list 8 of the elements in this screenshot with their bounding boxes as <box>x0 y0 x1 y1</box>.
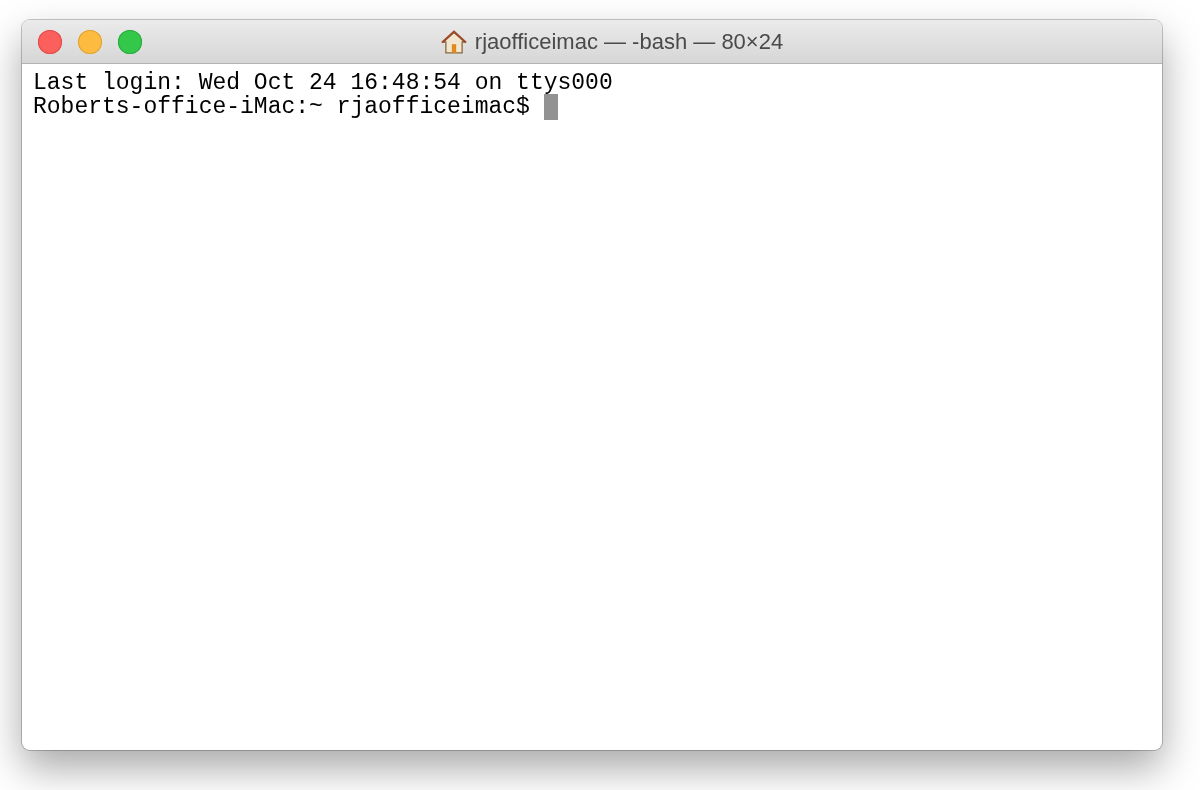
zoom-button[interactable] <box>118 29 142 54</box>
cursor-icon <box>543 94 558 120</box>
minimize-button[interactable] <box>78 29 102 54</box>
window-title: rjaofficeimac — -bash — 80×24 <box>474 28 784 55</box>
home-icon <box>440 28 467 55</box>
terminal-line: Roberts-office-iMac:~ rjaofficeimac$ <box>33 95 1151 119</box>
terminal-line: Last login: Wed Oct 24 16:48:54 on ttys000 <box>33 71 614 95</box>
close-button[interactable] <box>38 29 62 54</box>
